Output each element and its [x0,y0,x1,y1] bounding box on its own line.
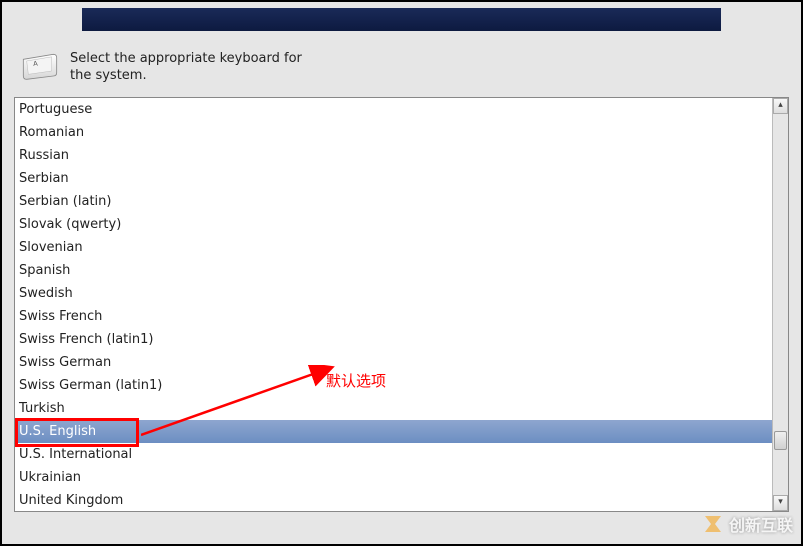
list-item[interactable]: Serbian [15,167,772,190]
list-item[interactable]: Serbian (latin) [15,190,772,213]
list-item[interactable]: Slovenian [15,236,772,259]
list-item[interactable]: Portuguese [15,98,772,121]
keyboard-listbox-wrap: PortugueseRomanianRussianSerbianSerbian … [14,97,789,512]
scroll-down-button[interactable]: ▾ [773,495,788,511]
scroll-thumb[interactable] [774,431,787,450]
list-item[interactable]: Spanish [15,259,772,282]
list-item[interactable]: United Kingdom [15,489,772,511]
keyboard-key-icon: A [20,51,60,81]
list-item[interactable]: Swiss French (latin1) [15,328,772,351]
scroll-up-button[interactable]: ▴ [773,98,788,114]
watermark-text: 创新互联 [729,512,793,536]
instruction-line2: the system. [70,68,147,83]
list-item[interactable]: Romanian [15,121,772,144]
list-item[interactable]: Swedish [15,282,772,305]
list-item[interactable]: U.S. English [15,420,772,443]
list-item[interactable]: Swiss German [15,351,772,374]
list-item[interactable]: Slovak (qwerty) [15,213,772,236]
scrollbar[interactable]: ▴ ▾ [772,98,788,511]
list-item[interactable]: U.S. International [15,443,772,466]
list-item[interactable]: Swiss French [15,305,772,328]
list-item[interactable]: Ukrainian [15,466,772,489]
instruction-text: Select the appropriate keyboard for the … [70,51,302,85]
watermark: 创新互联 [701,512,793,536]
title-bar [82,8,721,31]
keyboard-listbox[interactable]: PortugueseRomanianRussianSerbianSerbian … [15,98,772,511]
instruction-row: A Select the appropriate keyboard for th… [20,51,801,85]
list-item[interactable]: Swiss German (latin1) [15,374,772,397]
watermark-logo-icon [701,512,725,536]
list-item[interactable]: Turkish [15,397,772,420]
instruction-line1: Select the appropriate keyboard for [70,51,302,66]
list-item[interactable]: Russian [15,144,772,167]
